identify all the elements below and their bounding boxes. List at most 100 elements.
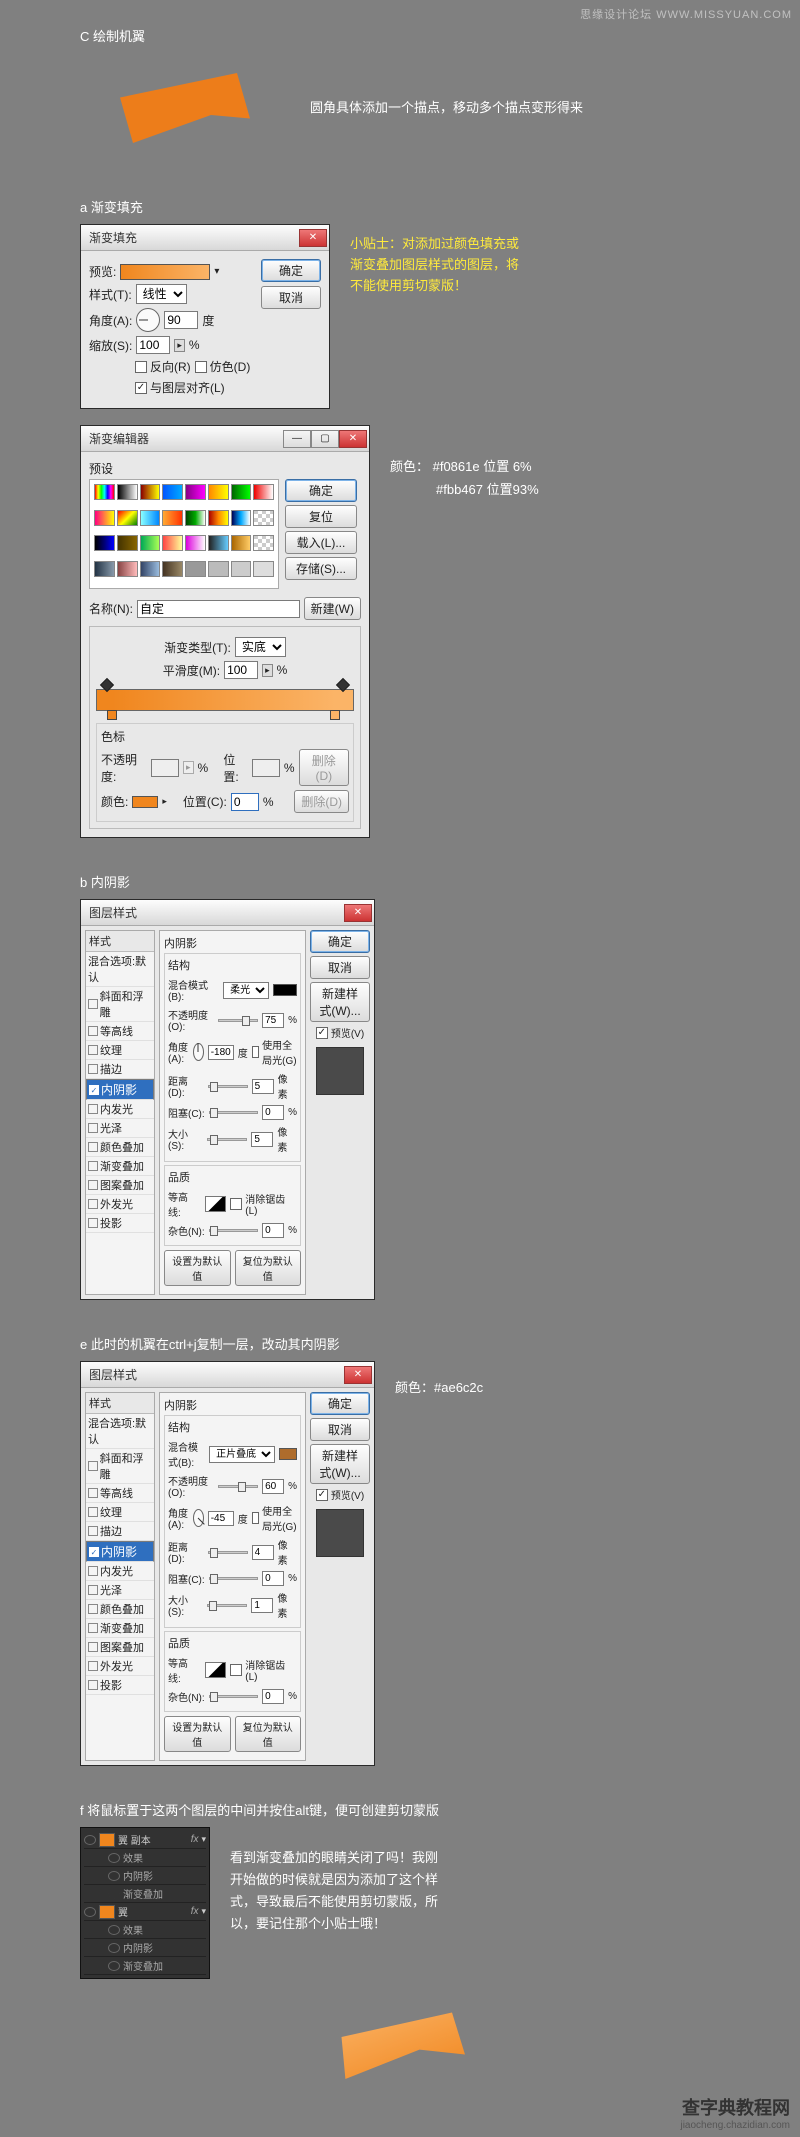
noise-slider[interactable] (209, 1695, 258, 1698)
reset-default-button[interactable]: 复位为默认值 (235, 1250, 302, 1286)
save-button[interactable]: 存储(S)... (285, 557, 357, 580)
gradient-bar[interactable] (96, 689, 354, 711)
gradient-swatch[interactable] (120, 264, 210, 280)
list-item[interactable]: 颜色叠加 (86, 1138, 154, 1157)
reverse-checkbox[interactable]: 反向(R) (135, 358, 191, 375)
list-item[interactable]: 纹理 (86, 1503, 154, 1522)
type-select[interactable]: 实底 (235, 637, 286, 657)
layer-effect[interactable]: 内阴影 (84, 1939, 206, 1957)
layer-effect[interactable]: 效果 (84, 1921, 206, 1939)
eye-icon[interactable] (108, 1853, 120, 1863)
reset-button[interactable]: 复位 (285, 505, 357, 528)
anti-alias-checkbox[interactable]: 消除锯齿(L) (230, 1657, 297, 1683)
make-default-button[interactable]: 设置为默认值 (164, 1716, 231, 1752)
size-input[interactable] (251, 1598, 273, 1613)
cancel-button[interactable]: 取消 (310, 956, 370, 979)
gradient-presets[interactable] (89, 479, 279, 589)
new-style-button[interactable]: 新建样式(W)... (310, 1444, 370, 1484)
contour-picker[interactable] (205, 1196, 227, 1212)
list-item[interactable]: 光泽 (86, 1581, 154, 1600)
new-button[interactable]: 新建(W) (304, 597, 361, 620)
list-item[interactable]: 内发光 (86, 1562, 154, 1581)
dither-checkbox[interactable]: 仿色(D) (195, 358, 251, 375)
choke-input[interactable] (262, 1105, 284, 1120)
blend-mode-select[interactable]: 正片叠底 (209, 1446, 275, 1463)
fx-badge[interactable]: fx (191, 1834, 199, 1845)
choke-slider[interactable] (209, 1577, 258, 1580)
stepper-icon[interactable]: ▸ (262, 664, 273, 677)
list-item[interactable]: 投影 (86, 1214, 154, 1233)
close-icon[interactable]: ✕ (344, 904, 372, 922)
global-light-checkbox[interactable]: 使用全局光(G) (252, 1037, 297, 1067)
list-item[interactable]: 外发光 (86, 1657, 154, 1676)
angle-dial[interactable] (193, 1043, 204, 1061)
align-checkbox[interactable]: ✓与图层对齐(L) (135, 379, 225, 396)
color-stop-left[interactable] (107, 710, 117, 720)
distance-input[interactable] (252, 1079, 274, 1094)
pos2-input[interactable] (231, 793, 259, 811)
eye-icon[interactable] (84, 1835, 96, 1845)
list-item[interactable]: 描边 (86, 1060, 154, 1079)
chevron-down-icon[interactable]: ▸ (162, 796, 167, 807)
opacity-stop[interactable] (336, 678, 350, 692)
shadow-color-chip[interactable] (279, 1448, 297, 1460)
eye-icon[interactable] (108, 1961, 120, 1971)
list-item[interactable]: 图案叠加 (86, 1638, 154, 1657)
layer-effect[interactable]: 渐变叠加 (84, 1885, 206, 1903)
preview-checkbox[interactable]: ✓预览(V) (310, 1025, 370, 1040)
layer-row[interactable]: 翼 fx ▾ (84, 1903, 206, 1921)
new-style-button[interactable]: 新建样式(W)... (310, 982, 370, 1022)
minimize-icon[interactable]: — (283, 430, 311, 448)
ok-button[interactable]: 确定 (285, 479, 357, 502)
opacity-input[interactable] (262, 1013, 284, 1028)
list-item[interactable]: 渐变叠加 (86, 1619, 154, 1638)
list-item[interactable]: 渐变叠加 (86, 1157, 154, 1176)
chevron-down-icon[interactable]: ▾ (201, 1906, 206, 1917)
layer-row[interactable]: 翼 副本 fx ▾ (84, 1831, 206, 1849)
eye-icon[interactable] (84, 1907, 96, 1917)
list-item[interactable]: 等高线 (86, 1484, 154, 1503)
cancel-button[interactable]: 取消 (261, 286, 321, 309)
list-item[interactable]: 光泽 (86, 1119, 154, 1138)
angle-input[interactable] (164, 311, 198, 329)
noise-slider[interactable] (209, 1229, 258, 1232)
choke-input[interactable] (262, 1571, 284, 1586)
close-icon[interactable]: ✕ (339, 430, 367, 448)
chevron-down-icon[interactable]: ▾ (201, 1834, 206, 1845)
maximize-icon[interactable]: ▢ (311, 430, 339, 448)
layer-effect[interactable]: 渐变叠加 (84, 1957, 206, 1975)
list-item[interactable]: 图案叠加 (86, 1176, 154, 1195)
noise-input[interactable] (262, 1689, 284, 1704)
ok-button[interactable]: 确定 (261, 259, 321, 282)
blend-mode-select[interactable]: 柔光 (223, 982, 269, 999)
angle-input[interactable] (208, 1045, 234, 1060)
global-light-checkbox[interactable]: 使用全局光(G) (252, 1503, 297, 1533)
size-slider[interactable] (207, 1138, 247, 1141)
contour-picker[interactable] (205, 1662, 227, 1678)
smooth-input[interactable] (224, 661, 258, 679)
opacity-slider[interactable] (218, 1019, 258, 1022)
make-default-button[interactable]: 设置为默认值 (164, 1250, 231, 1286)
size-input[interactable] (251, 1132, 273, 1147)
list-item-inner-shadow[interactable]: ✓内阴影 (86, 1541, 154, 1562)
layer-effect[interactable]: 内阴影 (84, 1867, 206, 1885)
fx-badge[interactable]: fx (191, 1906, 199, 1917)
anti-alias-checkbox[interactable]: 消除锯齿(L) (230, 1191, 297, 1217)
stepper-icon[interactable]: ▸ (174, 339, 185, 352)
load-button[interactable]: 载入(L)... (285, 531, 357, 554)
ok-button[interactable]: 确定 (310, 930, 370, 953)
name-input[interactable] (137, 600, 300, 618)
eye-icon-off[interactable] (108, 1889, 120, 1899)
angle-dial[interactable] (193, 1509, 204, 1527)
list-item[interactable]: 混合选项:默认 (86, 952, 154, 987)
preview-checkbox[interactable]: ✓预览(V) (310, 1487, 370, 1502)
color-stop-right[interactable] (330, 710, 340, 720)
opacity-slider[interactable] (218, 1485, 258, 1488)
opacity-stop[interactable] (100, 678, 114, 692)
eye-icon[interactable] (108, 1925, 120, 1935)
distance-slider[interactable] (208, 1551, 248, 1554)
angle-dial[interactable] (136, 308, 160, 332)
ok-button[interactable]: 确定 (310, 1392, 370, 1415)
list-item[interactable]: 斜面和浮雕 (86, 1449, 154, 1484)
list-item[interactable]: 等高线 (86, 1022, 154, 1041)
